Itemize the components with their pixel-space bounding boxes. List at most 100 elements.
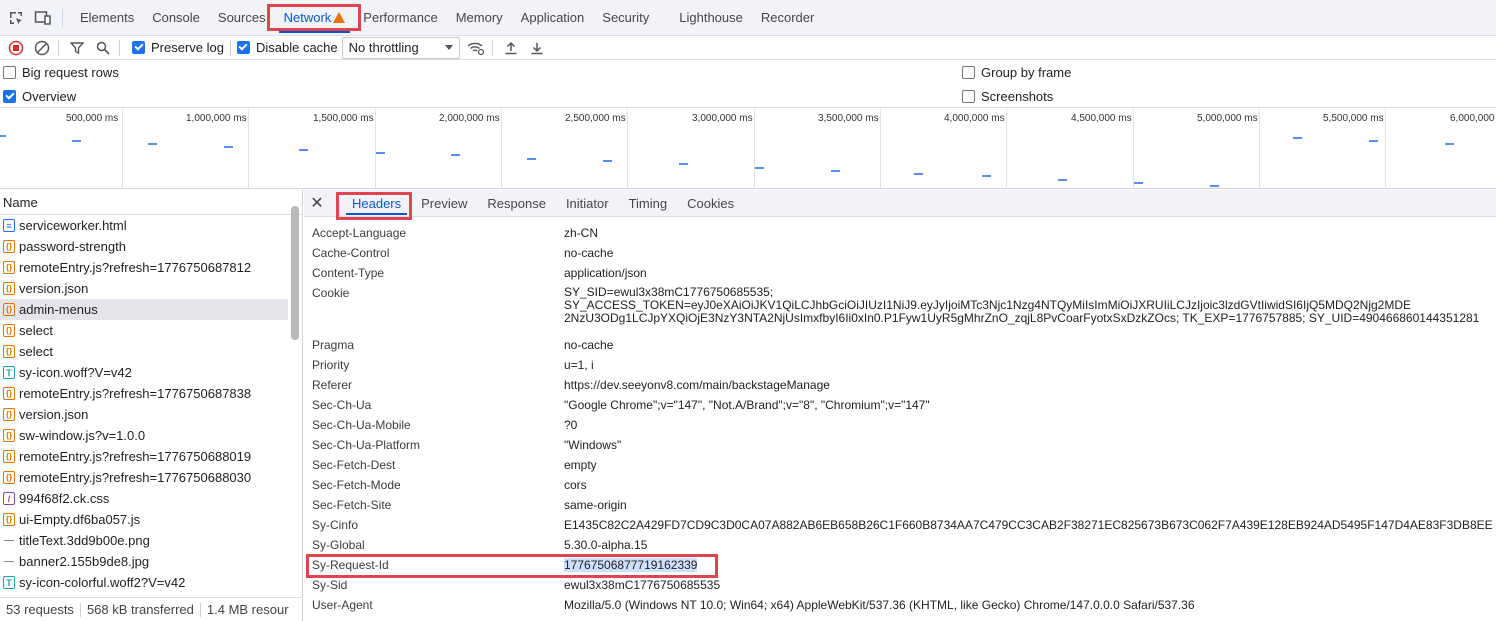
header-value[interactable]: 5.30.0-alpha.15 xyxy=(564,538,647,552)
throttling-select[interactable]: No throttling xyxy=(341,36,460,59)
header-value[interactable]: "Windows" xyxy=(564,438,621,452)
export-har-icon[interactable] xyxy=(527,38,547,58)
inspect-element-icon[interactable] xyxy=(5,7,27,29)
request-row[interactable]: {} version.json xyxy=(0,278,288,299)
tab-performance[interactable]: Performance xyxy=(354,0,446,36)
divider xyxy=(62,8,63,27)
request-row[interactable]: {} admin-menus xyxy=(0,299,288,320)
checkbox-checked[interactable] xyxy=(132,41,145,54)
request-bar xyxy=(755,167,764,169)
request-name: remoteEntry.js?refresh=1776750688030 xyxy=(19,470,252,485)
request-row[interactable]: {} select xyxy=(0,341,288,362)
font-file-icon: T xyxy=(3,366,15,379)
request-name: password-strength xyxy=(19,239,126,254)
css-file-icon: / xyxy=(3,492,15,505)
header-value[interactable]: no-cache xyxy=(564,246,613,260)
network-overview-timeline[interactable]: 500,000 ms 1,000,000 ms 1,500,000 ms 2,0… xyxy=(0,109,1496,189)
request-row[interactable]: banner2.155b9de8.jpg xyxy=(0,551,288,572)
scrollbar[interactable] xyxy=(291,206,299,340)
import-har-icon[interactable] xyxy=(501,38,521,58)
header-value[interactable]: https://dev.seeyonv8.com/main/backstageM… xyxy=(564,378,830,392)
search-icon[interactable] xyxy=(93,38,113,58)
header-value[interactable]: Mozilla/5.0 (Windows NT 10.0; Win64; x64… xyxy=(564,598,1195,612)
group-by-frame-checkbox[interactable]: Group by frame xyxy=(962,65,1071,80)
tab-response[interactable]: Response xyxy=(477,190,556,217)
request-row[interactable]: {} ui-Empty.df6ba057.js xyxy=(0,509,288,530)
header-value[interactable]: zh-CN xyxy=(564,226,598,240)
tab-network[interactable]: Network xyxy=(275,0,355,49)
request-row[interactable]: titleText.3dd9b00e.png xyxy=(0,530,288,551)
tab-sources[interactable]: Sources xyxy=(209,0,275,36)
clear-icon[interactable] xyxy=(32,38,52,58)
header-name: Cache-Control xyxy=(312,246,390,260)
request-bar xyxy=(527,158,536,160)
header-value[interactable]: application/json xyxy=(564,266,647,280)
header-value[interactable]: u=1, i xyxy=(564,358,594,372)
header-value[interactable]: "Google Chrome";v="147", "Not.A/Brand";v… xyxy=(564,398,930,412)
header-value[interactable]: no-cache xyxy=(564,338,613,352)
record-stop-icon[interactable] xyxy=(6,38,26,58)
tab-headers[interactable]: Headers xyxy=(342,190,411,217)
disable-cache-checkbox[interactable]: Disable cache xyxy=(236,40,338,55)
tab-preview[interactable]: Preview xyxy=(411,190,477,217)
header-value[interactable]: cors xyxy=(564,478,587,492)
header-value[interactable]: E1435C82C2A429FD7CD9C3D0CA07A882AB6EB658… xyxy=(564,518,1493,532)
request-bar xyxy=(1210,185,1219,187)
screenshots-checkbox[interactable]: Screenshots xyxy=(962,89,1053,104)
header-name: Sy-Request-Id xyxy=(312,558,389,572)
checkbox-checked[interactable] xyxy=(3,90,16,103)
timeline-label: 1,500,000 ms xyxy=(313,113,374,124)
timeline-label: 2,000,000 ms xyxy=(439,113,500,124)
network-summary-bar: 53 requests 568 kB transferred 1.4 MB re… xyxy=(0,597,303,621)
request-row[interactable]: Tsy-icon-colorful.woff2?V=v42 xyxy=(0,572,288,593)
tab-console[interactable]: Console xyxy=(143,0,209,36)
checkbox-unchecked[interactable] xyxy=(3,66,16,79)
header-value[interactable]: ewul3x38mC1776750685535 xyxy=(564,578,720,592)
tab-lighthouse[interactable]: Lighthouse xyxy=(670,0,752,36)
request-name: select xyxy=(19,323,53,338)
tab-memory[interactable]: Memory xyxy=(447,0,512,36)
header-name: Sec-Fetch-Site xyxy=(312,498,392,512)
request-row[interactable]: / 994f68f2.ck.css xyxy=(0,488,288,509)
request-row[interactable]: {} select xyxy=(0,320,288,341)
header-value[interactable]: 17767506877719162339 xyxy=(564,558,698,572)
request-row[interactable]: {} remoteEntry.js?refresh=1776750687812 xyxy=(0,257,288,278)
request-row[interactable]: {} remoteEntry.js?refresh=1776750687838 xyxy=(0,383,288,404)
overview-checkbox[interactable]: Overview xyxy=(3,89,76,104)
request-row[interactable]: Tsy-icon.woff?V=v42 xyxy=(0,362,288,383)
name-column-header[interactable]: Name xyxy=(0,190,302,215)
request-row[interactable]: {} version.json xyxy=(0,404,288,425)
checkbox-checked[interactable] xyxy=(236,41,250,54)
close-icon[interactable]: ✕ xyxy=(304,193,330,213)
request-row[interactable]: {} remoteEntry.js?refresh=1776750688030 xyxy=(0,467,288,488)
header-value[interactable]: SY_SID=ewul3x38mC1776750685535; SY_ACCESS… xyxy=(564,286,1479,325)
header-value[interactable]: empty xyxy=(564,458,597,472)
divider xyxy=(58,39,59,56)
network-conditions-icon[interactable] xyxy=(466,38,486,58)
request-row[interactable]: ≡ serviceworker.html xyxy=(0,215,288,236)
checkbox-unchecked[interactable] xyxy=(962,90,975,103)
header-name: Sec-Ch-Ua xyxy=(312,398,372,412)
request-name: version.json xyxy=(19,407,89,422)
request-row[interactable]: {} sw-window.js?v=1.0.0 xyxy=(0,425,288,446)
big-request-rows-checkbox[interactable]: Big request rows xyxy=(3,65,119,80)
header-value-text: empty xyxy=(564,458,597,472)
header-value[interactable]: ?0 xyxy=(564,418,577,432)
header-value[interactable]: same-origin xyxy=(564,498,627,512)
tab-application[interactable]: Application xyxy=(512,0,594,36)
request-bar xyxy=(224,146,233,148)
tab-elements[interactable]: Elements xyxy=(71,0,143,36)
request-row[interactable]: {} remoteEntry.js?refresh=1776750688019 xyxy=(0,446,288,467)
tab-security[interactable]: Security xyxy=(593,0,658,36)
request-row[interactable]: {} password-strength xyxy=(0,236,288,257)
request-name: sw-window.js?v=1.0.0 xyxy=(19,428,146,443)
overview-label: Overview xyxy=(22,89,77,104)
preserve-log-checkbox[interactable]: Preserve log xyxy=(132,40,224,55)
tab-cookies[interactable]: Cookies xyxy=(677,190,744,217)
device-toolbar-icon[interactable] xyxy=(32,7,54,29)
tab-initiator[interactable]: Initiator xyxy=(556,190,619,217)
tab-timing[interactable]: Timing xyxy=(619,190,678,217)
tab-recorder[interactable]: Recorder xyxy=(752,0,823,36)
checkbox-unchecked[interactable] xyxy=(962,66,975,79)
filter-icon[interactable] xyxy=(67,38,87,58)
